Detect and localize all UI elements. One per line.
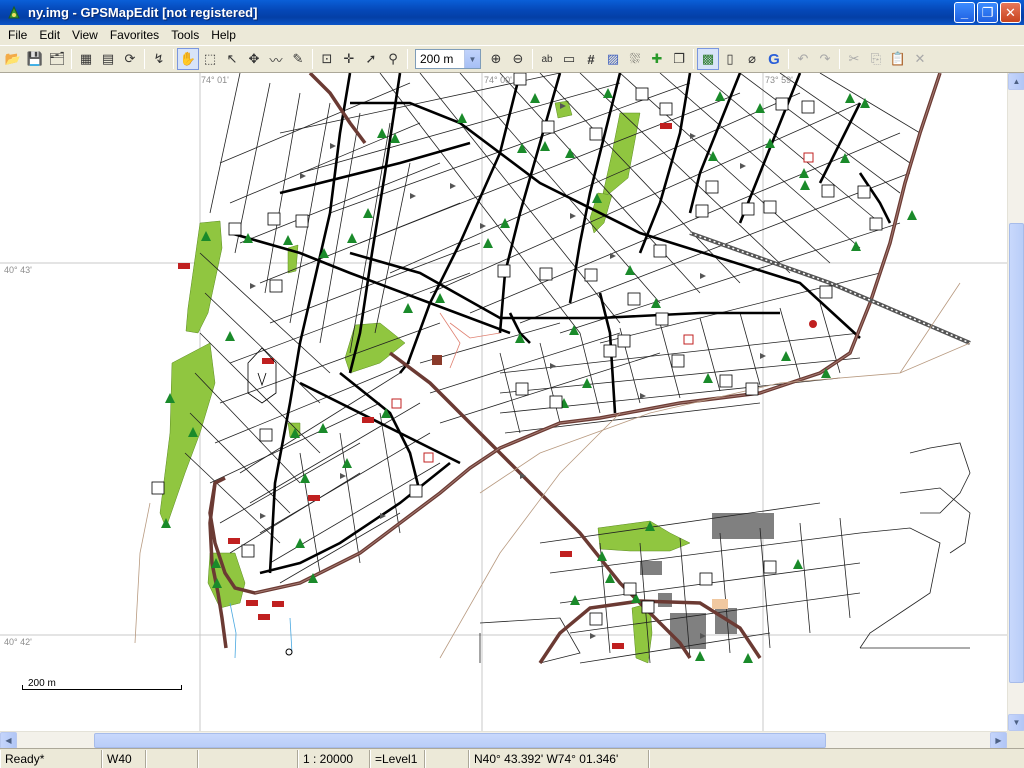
scale-select[interactable]: 200 m ▼: [415, 49, 481, 69]
scroll-down-icon[interactable]: ▼: [1008, 714, 1024, 731]
grid-label-lon2: 74° 00': [484, 75, 512, 85]
menu-tools[interactable]: Tools: [165, 28, 205, 42]
copy-icon[interactable]: ⎘: [865, 48, 887, 70]
tree-icons: [161, 88, 917, 663]
map-canvas[interactable]: 74° 01' 74° 00' 73° 59' 40° 43' 40° 42' …: [0, 73, 1007, 731]
status-pane-3: [146, 749, 198, 768]
transform-icon[interactable]: ⟳: [119, 48, 141, 70]
toolbar-separator: [71, 49, 72, 69]
grid-label-lon1: 74° 01': [201, 75, 229, 85]
attach-icon[interactable]: ⌀: [741, 48, 763, 70]
pin-icon[interactable]: ⚲: [382, 48, 404, 70]
delete-icon[interactable]: ✕: [909, 48, 931, 70]
status-state: Ready*: [0, 749, 102, 768]
hatch-icon[interactable]: ▨: [602, 48, 624, 70]
select-rect-icon[interactable]: ⊡: [316, 48, 338, 70]
menu-favorites[interactable]: Favorites: [104, 28, 165, 42]
horizontal-scroll-thumb[interactable]: [94, 733, 826, 748]
vertical-scrollbar[interactable]: ▲ ▼: [1007, 73, 1024, 731]
menu-help[interactable]: Help: [205, 28, 242, 42]
menu-edit[interactable]: Edit: [33, 28, 66, 42]
scrollbar-corner: [1007, 731, 1024, 748]
move-icon[interactable]: ✛: [338, 48, 360, 70]
cut-icon[interactable]: ✂: [843, 48, 865, 70]
grid-label-lat1: 40° 43': [4, 265, 32, 275]
status-pane-4: [198, 749, 298, 768]
toolbar-separator: [788, 49, 789, 69]
labels-icon[interactable]: ab: [536, 48, 558, 70]
zoom-in-icon[interactable]: ⊕: [485, 48, 507, 70]
paste-icon[interactable]: 📋: [887, 48, 909, 70]
maximize-button[interactable]: ❐: [977, 2, 998, 23]
save-all-icon[interactable]: 🗂: [46, 48, 68, 70]
page-icon[interactable]: ▯: [719, 48, 741, 70]
minimize-button[interactable]: _: [954, 2, 975, 23]
google-icon[interactable]: G: [763, 48, 785, 70]
status-scale: 1 : 20000: [298, 749, 370, 768]
menu-file[interactable]: File: [2, 28, 33, 42]
undo-icon[interactable]: ↶: [792, 48, 814, 70]
scale-select-value: 200 m: [420, 52, 454, 66]
toolbar-separator: [693, 49, 694, 69]
open-icon[interactable]: 📂: [2, 48, 24, 70]
fill-icon[interactable]: ▩: [697, 48, 719, 70]
status-pane-7: [425, 749, 469, 768]
scroll-up-icon[interactable]: ▲: [1008, 73, 1024, 90]
map-marker: [285, 648, 293, 656]
magic-wand-icon[interactable]: ✎: [287, 48, 309, 70]
scale-icon[interactable]: ▭: [558, 48, 580, 70]
coastline: [229, 602, 293, 659]
vertical-scroll-thumb[interactable]: [1009, 223, 1024, 683]
add-node-icon[interactable]: ✚: [646, 48, 668, 70]
minor-streets: [184, 73, 971, 664]
scroll-left-icon[interactable]: ◀: [0, 732, 17, 749]
toolbar-separator: [312, 49, 313, 69]
route-icon[interactable]: ↯: [148, 48, 170, 70]
select-arrow-icon[interactable]: ↖: [221, 48, 243, 70]
save-icon[interactable]: 💾: [24, 48, 46, 70]
horizontal-scrollbar[interactable]: ◀ ▶: [0, 731, 1007, 749]
create-point-icon[interactable]: ➚: [360, 48, 382, 70]
polyline-icon[interactable]: 〰: [265, 48, 287, 70]
app-icon: [8, 5, 20, 18]
redo-icon[interactable]: ↷: [814, 48, 836, 70]
hand-tool-icon[interactable]: ✋: [177, 48, 199, 70]
status-pane-2: W40: [102, 749, 146, 768]
boundaries: [134, 282, 971, 659]
status-coordinates: N40° 43.392' W74° 01.346': [469, 749, 649, 768]
grid-icon[interactable]: #: [580, 48, 602, 70]
toolbar-separator: [173, 49, 174, 69]
zoom-out-icon[interactable]: ⊖: [507, 48, 529, 70]
drag-icon[interactable]: ✥: [243, 48, 265, 70]
grid-label-lon3: 73° 59': [765, 75, 793, 85]
title-bar[interactable]: ny.img - GPSMapEdit [not registered] _ ❐…: [0, 0, 1024, 25]
status-pane-9: [649, 749, 1024, 768]
map-properties-icon[interactable]: ▤: [97, 48, 119, 70]
window-title: ny.img - GPSMapEdit [not registered]: [28, 5, 258, 20]
zoom-rect-icon[interactable]: ⬚: [199, 48, 221, 70]
chevron-down-icon[interactable]: ▼: [464, 50, 480, 68]
main-toolbar: 📂 💾 🗂 ▦ ▤ ⟳ ↯ ✋ ⬚ ↖ ✥ 〰 ✎ ⊡ ✛ ➚ ⚲ 200 m …: [0, 45, 1024, 73]
nodes-icon[interactable]: ⛆: [624, 48, 646, 70]
toolbar-separator: [144, 49, 145, 69]
menu-bar: File Edit View Favorites Tools Help: [0, 25, 1024, 45]
scale-bar-line: [22, 685, 182, 690]
close-button[interactable]: ✕: [1000, 2, 1021, 23]
window-icon[interactable]: ❐: [668, 48, 690, 70]
status-level: =Level1: [370, 749, 425, 768]
toolbar-separator: [839, 49, 840, 69]
grid-label-lat2: 40° 42': [4, 637, 32, 647]
scale-bar: 200 m: [22, 678, 184, 692]
menu-view[interactable]: View: [66, 28, 104, 42]
map-svg: [0, 73, 1007, 731]
scroll-right-icon[interactable]: ▶: [990, 732, 1007, 749]
coordinate-grid: [0, 73, 1007, 731]
status-bar: Ready* W40 1 : 20000 =Level1 N40° 43.392…: [0, 748, 1024, 768]
toolbar-separator: [407, 49, 408, 69]
properties-icon[interactable]: ▦: [75, 48, 97, 70]
toolbar-separator: [532, 49, 533, 69]
